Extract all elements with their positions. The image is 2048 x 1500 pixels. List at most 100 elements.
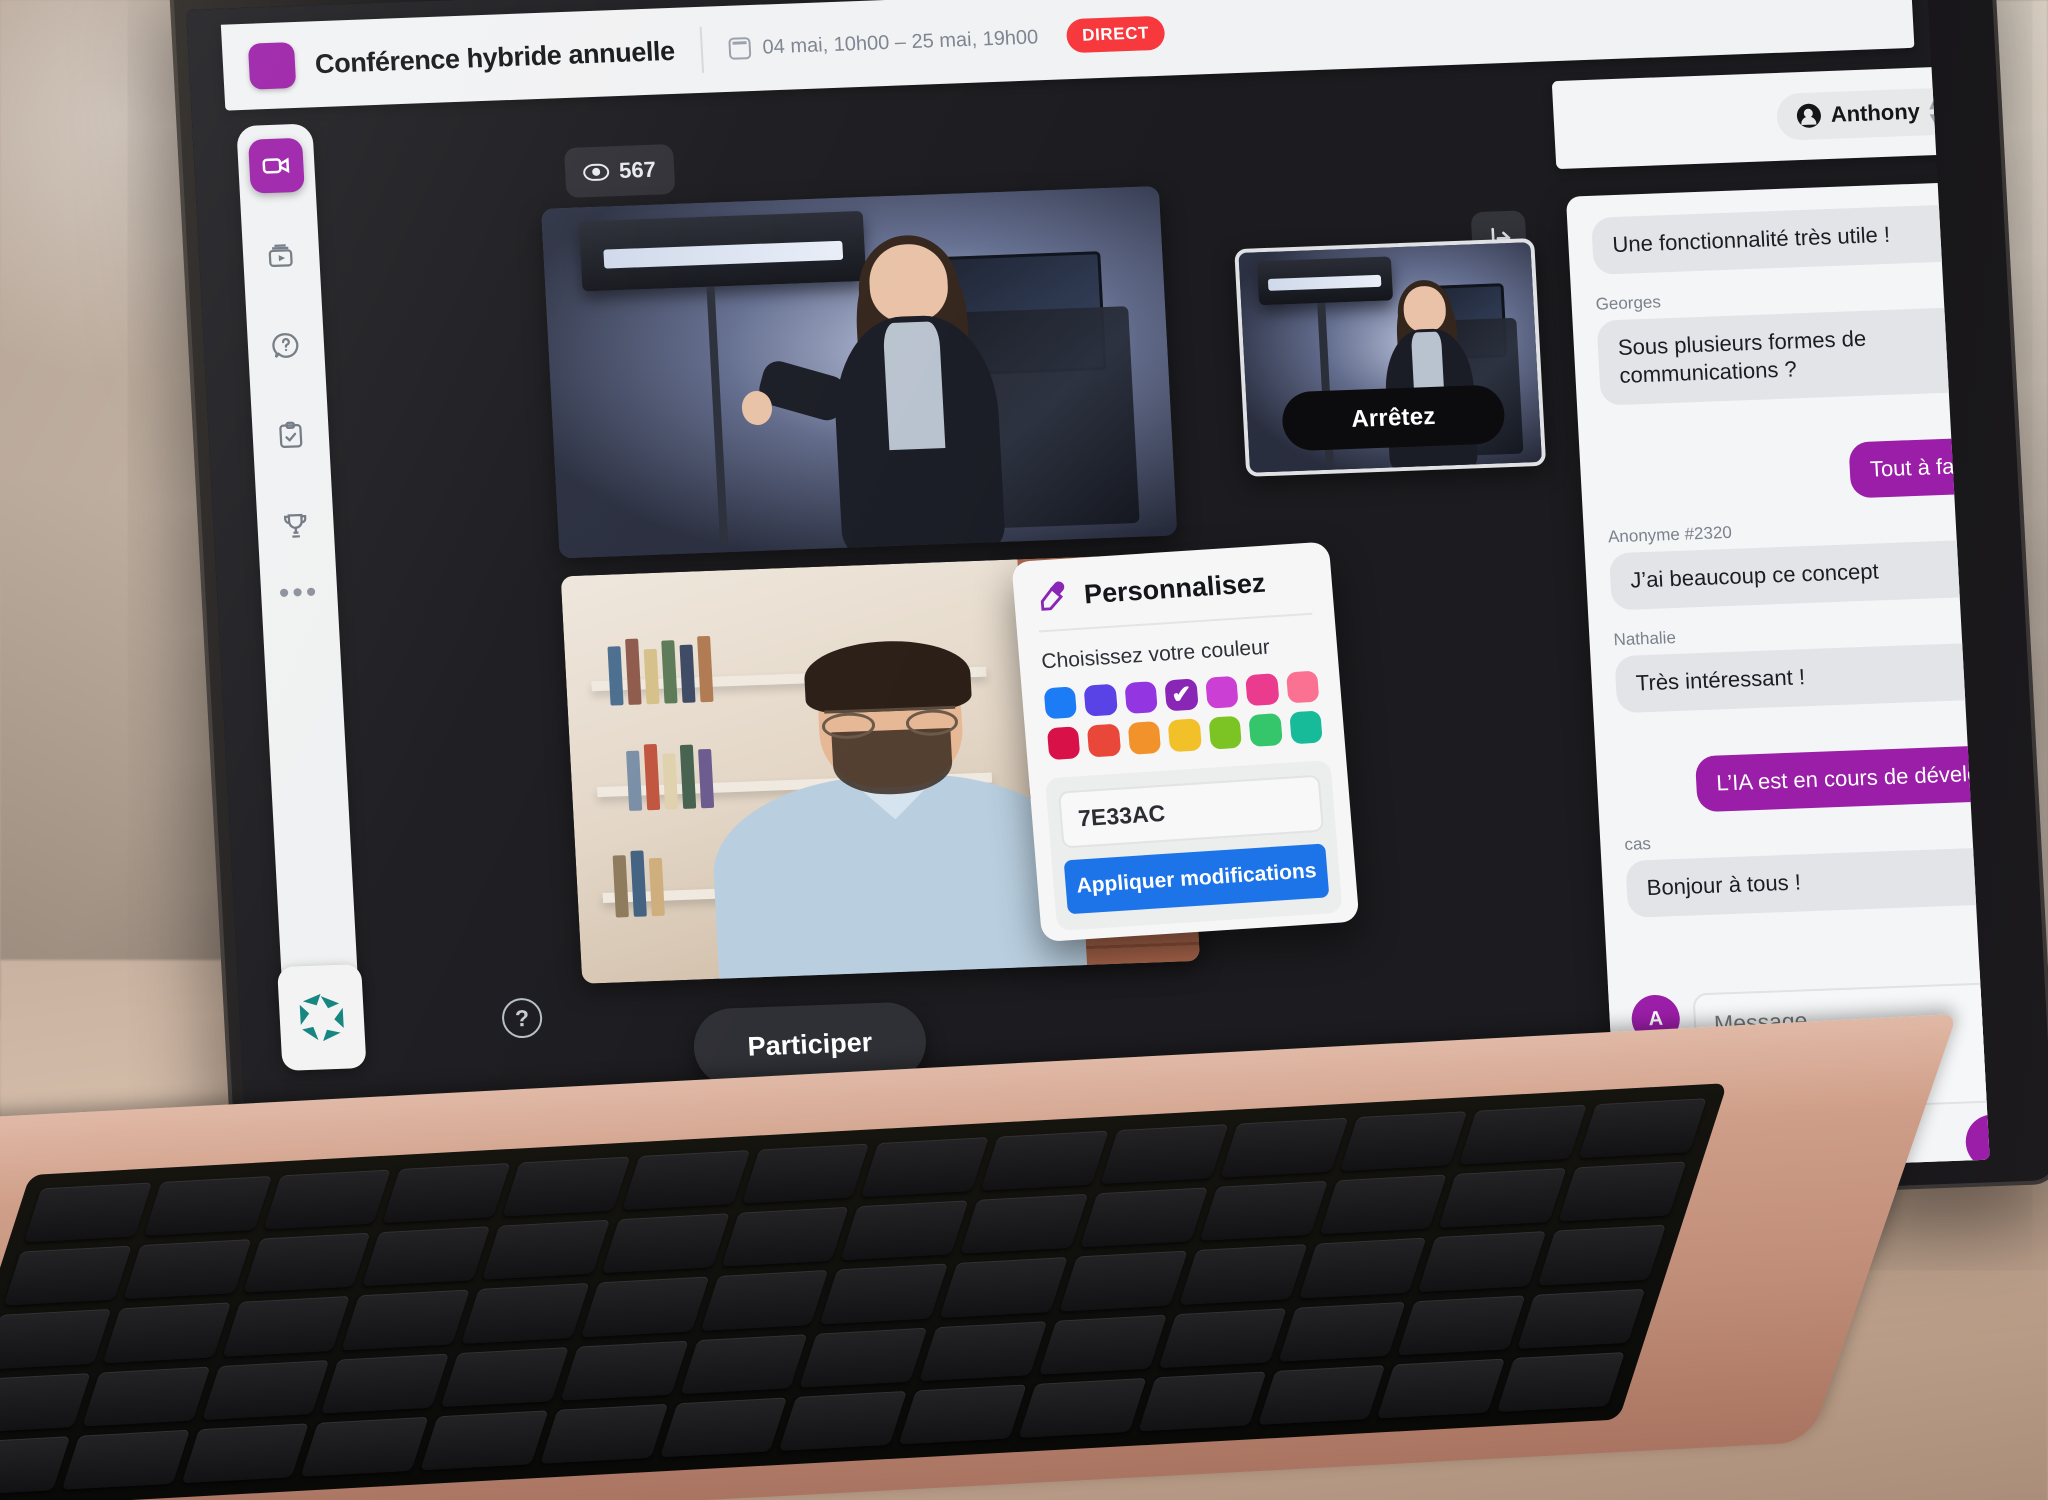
- keyboard-key: [1517, 1288, 1646, 1349]
- keyboard-key: [3, 1245, 132, 1307]
- keyboard-key: [481, 1219, 610, 1281]
- color-swatch[interactable]: [1245, 673, 1280, 707]
- keyboard-key: [1138, 1371, 1267, 1432]
- keyboard-key: [201, 1359, 330, 1420]
- sidebar-item-awards[interactable]: [267, 497, 324, 553]
- chat-message: Anonyme #2320 J’ai beaucoup ce concept: [1608, 510, 1990, 611]
- color-swatch[interactable]: [1285, 670, 1320, 704]
- company-logo: [277, 964, 367, 1072]
- user-name-chip[interactable]: Anthony ▴ ▾: [1775, 86, 1959, 141]
- stop-stream-button[interactable]: Arrêtez: [1280, 384, 1506, 452]
- keyboard-key: [440, 1346, 569, 1407]
- keyboard-key: [1059, 1250, 1188, 1312]
- event-schedule: 04 mai, 10h00 – 25 mai, 19h00: [728, 26, 1039, 60]
- keyboard-key: [861, 1137, 990, 1198]
- color-swatch[interactable]: [1087, 724, 1122, 758]
- color-swatch[interactable]: [1083, 683, 1118, 718]
- keyboard-key: [1459, 1104, 1588, 1165]
- self-view-tile[interactable]: Arrêtez: [1234, 238, 1547, 477]
- keyboard-key: [382, 1162, 511, 1224]
- keyboard-key: [820, 1263, 949, 1325]
- keyboard-key: [1438, 1168, 1567, 1229]
- keyboard-key: [1298, 1237, 1427, 1299]
- viewer-count-value: 567: [618, 156, 657, 183]
- keyboard-key: [122, 1239, 252, 1300]
- keyboard-key: [680, 1333, 809, 1394]
- keyboard-key: [502, 1156, 631, 1217]
- keyboard-key: [539, 1403, 669, 1464]
- keyboard-key: [601, 1213, 730, 1274]
- chat-message-list[interactable]: Une fonctionnalité très utile ! Georges …: [1566, 177, 1990, 983]
- laptop: Conférence hybride annuelle 04 mai, 10h0…: [0, 0, 2048, 1500]
- sidebar-item-replays[interactable]: [253, 228, 310, 284]
- color-swatch[interactable]: [1124, 681, 1159, 715]
- sidebar-item-questions[interactable]: [258, 318, 315, 374]
- color-swatch-row-1[interactable]: ✔: [1043, 670, 1320, 720]
- keyboard-key: [700, 1270, 829, 1331]
- keyboard-key: [960, 1193, 1089, 1255]
- brand-logo-icon: [247, 42, 297, 90]
- color-swatch[interactable]: [1288, 710, 1323, 745]
- keyboard-key: [341, 1289, 470, 1350]
- user-name: Anthony: [1830, 98, 1921, 127]
- keyboard-key: [1339, 1111, 1468, 1172]
- color-swatch[interactable]: ✔: [1164, 678, 1199, 712]
- check-icon: ✔: [1170, 681, 1193, 710]
- keyboard-key: [23, 1182, 152, 1243]
- color-swatch[interactable]: [1127, 721, 1162, 755]
- color-swatch[interactable]: [1208, 716, 1243, 750]
- chat-bubble: L’IA est en cours de développement ?: [1694, 740, 1990, 813]
- sidebar-item-polls[interactable]: [262, 407, 319, 463]
- color-swatch[interactable]: [1204, 675, 1239, 710]
- keyboard-key: [1397, 1294, 1526, 1356]
- calendar-icon: [728, 37, 752, 60]
- chat-message: Une fonctionnalité très utile !: [1591, 200, 1990, 275]
- video-camera-icon: [262, 157, 290, 174]
- keyboard-key: [222, 1296, 351, 1357]
- color-swatch[interactable]: [1248, 713, 1283, 747]
- keyboard-key: [242, 1232, 371, 1294]
- color-swatch[interactable]: [1046, 726, 1081, 761]
- keyboard-key: [659, 1397, 788, 1458]
- trophy-icon: [283, 513, 307, 538]
- color-dropper-icon: [1035, 578, 1072, 614]
- keyboard-key: [560, 1340, 689, 1401]
- keyboard-key: [1079, 1187, 1208, 1248]
- personalize-title: Personnalisez: [1082, 567, 1267, 609]
- speaker-video-tile[interactable]: [541, 185, 1178, 559]
- sidebar-item-video[interactable]: [247, 137, 305, 194]
- keyboard-key: [919, 1320, 1048, 1382]
- keyboard-key: [1257, 1364, 1386, 1425]
- keyboard-key: [1377, 1358, 1506, 1419]
- color-swatch[interactable]: [1043, 686, 1078, 720]
- chat-message-own: Moi Tout à fait d’accord !: [1602, 407, 1990, 507]
- keyboard-key: [939, 1257, 1068, 1318]
- keyboard-key: [420, 1410, 549, 1471]
- sidebar-more-button[interactable]: •••: [278, 575, 320, 609]
- chat-message: Georges Sous plusieurs formes de communi…: [1595, 276, 1990, 406]
- color-swatch[interactable]: [1167, 718, 1202, 753]
- keyboard-key: [0, 1309, 112, 1370]
- hex-color-input[interactable]: 7E33AC: [1058, 774, 1325, 849]
- chat-message: Nathalie Très intéressant !: [1613, 612, 1990, 713]
- keyboard-key: [362, 1226, 491, 1287]
- keyboard-key: [1496, 1351, 1626, 1413]
- question-bubble-icon: [272, 333, 299, 358]
- keyboard-key: [300, 1416, 429, 1477]
- keyboard-key: [263, 1169, 392, 1230]
- keyboard-key: [1578, 1098, 1707, 1159]
- keyboard-key: [741, 1143, 870, 1204]
- keyboard-key: [1278, 1301, 1407, 1362]
- keyboard-key: [61, 1429, 190, 1490]
- keyboard-key: [799, 1327, 928, 1388]
- chat-bubble: Très intéressant !: [1614, 639, 1990, 713]
- apply-changes-button[interactable]: Appliquer modifications: [1063, 843, 1330, 915]
- keyboard-key: [898, 1384, 1027, 1445]
- video-library-play-icon: [268, 244, 293, 268]
- keyboard-key: [1178, 1244, 1308, 1305]
- keyboard-key: [1100, 1124, 1229, 1185]
- chat-message: cas Bonjour à tous !: [1624, 817, 1990, 918]
- help-button[interactable]: ?: [501, 997, 544, 1039]
- keyboard-key: [721, 1206, 850, 1268]
- color-swatch-row-2[interactable]: [1046, 710, 1323, 761]
